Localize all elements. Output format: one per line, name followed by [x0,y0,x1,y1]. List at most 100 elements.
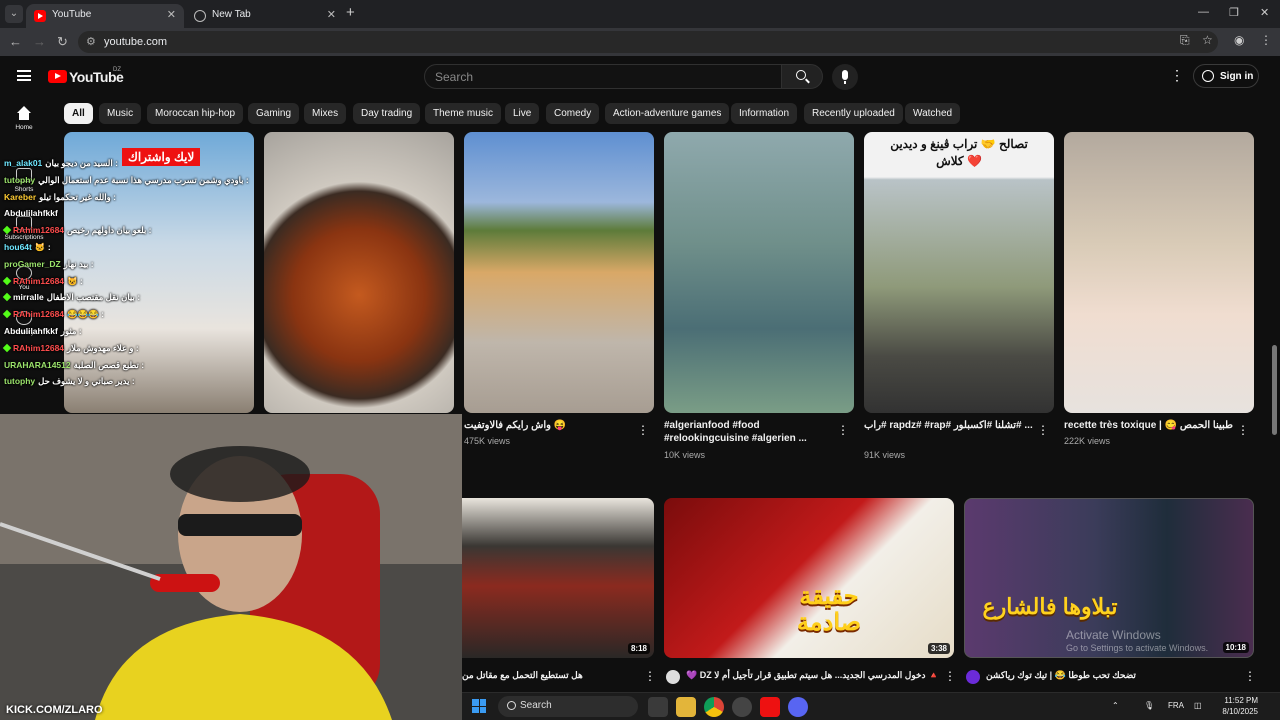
chip-recently-uploaded[interactable]: Recently uploaded [804,103,903,124]
short-title[interactable]: راب# rapdz# #rap# تشلنا #اكسبلور# ... [864,419,1034,432]
windows-start-icon[interactable] [472,699,486,713]
settings-kebab-icon[interactable]: ⋮ [1170,68,1184,82]
chip-music[interactable]: Music [99,103,142,124]
home-icon [16,106,32,120]
chip-action-adventure-games[interactable]: Action-adventure games [605,103,730,124]
chat-message: mirralle بيان نقل مقتصب الاطفال : [2,292,140,303]
more-actions-icon[interactable]: ⋮ [644,670,656,682]
close-tab-icon[interactable]: ✕ [167,8,176,21]
menu-icon[interactable] [17,70,31,81]
subscriber-badge-icon [2,309,12,319]
youtube-logo-icon[interactable] [48,70,67,83]
browser-tabstrip: ⌄ YouTube ✕ New Tab ✕ + — ❐ ✕ [0,0,1280,28]
install-app-icon[interactable]: ⎘ [1180,33,1190,48]
channel-avatar[interactable] [666,670,680,684]
reload-icon[interactable]: ↻ [57,34,68,50]
more-actions-icon[interactable]: ⋮ [637,424,649,436]
short-thumbnail[interactable] [664,132,854,413]
subscriber-badge-icon [2,225,12,235]
close-tab-icon[interactable]: ✕ [327,8,336,21]
chip-day-trading[interactable]: Day trading [353,103,421,124]
browser-toolbar: ← → ↻ ⚙ youtube.com ⎘ ☆ ◉ ⋮ [0,28,1280,56]
video-title[interactable]: 💜 DZ دخول المدرسي الجديد... هل سيتم تطبي… [686,669,936,682]
chip-watched[interactable]: Watched [905,103,961,124]
voice-search-button[interactable] [832,64,858,90]
chat-message: hou64t 🐱 : [4,242,51,253]
tab-youtube[interactable]: YouTube ✕ [26,4,184,28]
page-scrollbar[interactable] [1272,345,1277,435]
site-info-icon[interactable]: ⚙ [86,35,96,48]
globe-favicon-icon [194,10,206,22]
network-icon[interactable]: ◫ [1194,701,1202,710]
chip-all[interactable]: All [64,103,93,124]
obs-icon[interactable] [732,697,752,717]
thumbnail-overlay-text: حقيقة صادمة [796,583,862,636]
short-thumbnail[interactable] [464,132,654,413]
stream-chat-overlay: m_alak01 السيد من ديجو بيان : tutophy باودي… [0,158,255,413]
file-explorer-icon[interactable] [676,697,696,717]
tab-new-tab[interactable]: New Tab ✕ [186,4,344,28]
tab-search-button[interactable]: ⌄ [5,5,23,23]
more-actions-icon[interactable]: ⋮ [837,424,849,436]
video-duration: 8:18 [627,643,650,654]
short-title[interactable]: recette très toxique | 😋 طبينا الحمص [1064,419,1234,432]
minimize-icon[interactable]: — [1198,6,1209,18]
youtube-app-icon[interactable] [760,697,780,717]
video-title[interactable]: هل تستطيع التحمل مع مقاتل من [462,669,637,682]
maximize-icon[interactable]: ❐ [1229,6,1239,19]
taskbar-search[interactable]: Search [498,696,638,717]
more-actions-icon[interactable]: ⋮ [1037,424,1049,436]
chip-comedy[interactable]: Comedy [546,103,600,124]
browser-menu-icon[interactable]: ⋮ [1260,33,1272,47]
chat-username: RAhim12684 [13,275,65,286]
profile-icon[interactable]: ◉ [1234,33,1244,47]
video-thumbnail[interactable]: 8:18 [452,498,654,658]
sign-in-button[interactable]: Sign in [1193,64,1259,88]
sidebar-item-home[interactable]: Home [0,96,48,140]
clock-time: 11:52 PM [1224,696,1258,705]
chat-username: Abdulilahfkkf [4,208,58,219]
tab-title: New Tab [212,9,251,20]
short-title[interactable]: #algerianfood #food #relookingcuisine #a… [664,419,834,445]
chat-username: tutophy [4,174,36,185]
chip-moroccan-hip-hop[interactable]: Moroccan hip-hop [147,103,244,124]
more-actions-icon[interactable]: ⋮ [944,670,956,682]
language-indicator[interactable]: FRA [1168,701,1184,710]
chip-live[interactable]: Live [505,103,540,124]
back-icon[interactable]: ← [9,34,22,50]
task-view-icon[interactable] [648,697,668,717]
short-thumbnail[interactable]: تصالح 🤝 تراب ڤينغ و ديدين كلاش ❤️ [864,132,1054,413]
video-thumbnail[interactable]: حقيقة صادمة 3:38 [664,498,954,658]
chrome-icon[interactable] [704,697,724,717]
chip-gaming[interactable]: Gaming [248,103,300,124]
address-bar[interactable]: ⚙ youtube.com [78,31,1218,53]
short-title[interactable]: واش رايكم فالاوتفيت 😝 [464,419,634,432]
forward-icon[interactable]: → [33,34,46,50]
sidebar-item-label: Home [15,124,33,131]
country-code: DZ [113,67,121,73]
short-thumbnail[interactable] [264,132,454,413]
video-title[interactable]: تضحك تحب طوطا 😂 | تيك توك رياكشن [986,669,1236,682]
more-actions-icon[interactable]: ⋮ [1237,424,1249,436]
chip-mixes[interactable]: Mixes [304,103,347,124]
taskbar-clock[interactable]: 11:52 PM 8/10/2025 [1216,695,1258,717]
discord-icon[interactable] [788,697,808,717]
chip-information[interactable]: Information [731,103,798,124]
search-input[interactable] [425,65,781,88]
microphone-tray-icon[interactable]: 🎙 [1144,701,1154,710]
chat-message: Abdulilahfkkf مثور : [4,326,82,337]
search-box[interactable] [424,64,782,89]
tray-overflow-icon[interactable]: ⌃ [1112,701,1119,710]
channel-avatar[interactable] [966,670,980,684]
short-thumbnail[interactable] [1064,132,1254,413]
chip-theme-music[interactable]: Theme music [425,103,502,124]
chat-text: باودي وشمن تسرب مدرسي هذا نسبة عدم استعم… [38,174,249,185]
bookmark-star-icon[interactable]: ☆ [1202,33,1213,47]
search-button[interactable] [781,64,823,89]
new-tab-button[interactable]: + [346,5,355,21]
chat-message: URAHARA14512 تطبع قصص الصلبة : [4,360,144,371]
more-actions-icon[interactable]: ⋮ [1244,670,1256,682]
close-window-icon[interactable]: ✕ [1260,6,1269,19]
chat-text: والله غير تحكموا تيلو : [39,191,116,202]
stream-handle-text: KICK.COM/ZLARO [6,704,103,716]
